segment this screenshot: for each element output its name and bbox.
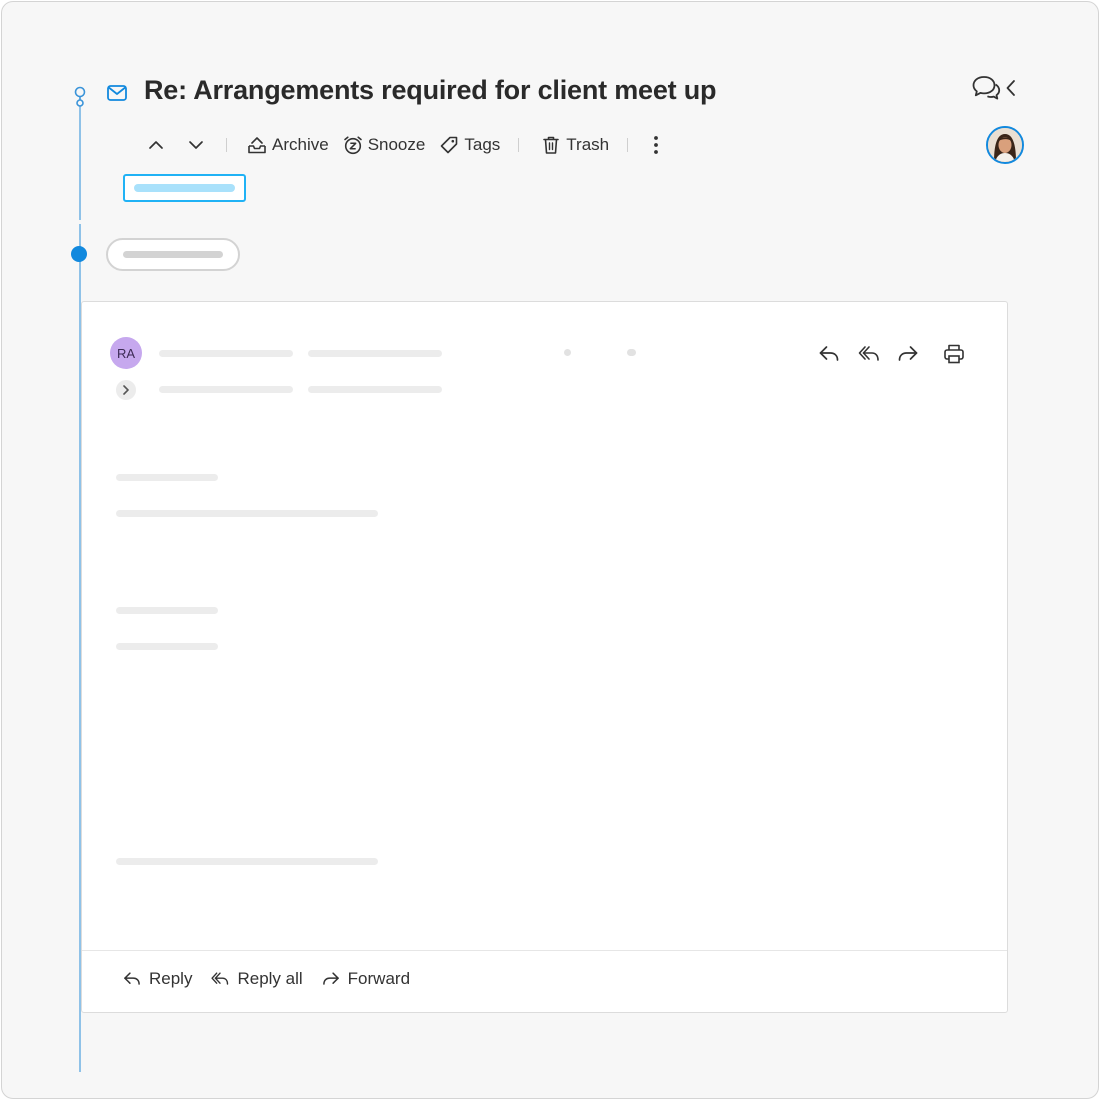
reply-label: Reply — [149, 969, 193, 988]
sender-avatar[interactable]: RA — [110, 337, 142, 369]
recipient-placeholder — [159, 386, 293, 393]
tag-icon — [441, 136, 458, 154]
body-line-placeholder — [116, 607, 218, 614]
chevron-up-icon[interactable] — [142, 130, 170, 160]
selected-label-chip[interactable] — [123, 174, 246, 202]
thread-subject: Re: Arrangements required for client mee… — [144, 75, 717, 105]
date-separator-pill — [106, 238, 240, 271]
snooze-clock-icon — [343, 136, 362, 155]
archive-button[interactable]: Archive — [247, 135, 329, 155]
sender-name-placeholder — [159, 350, 293, 357]
trash-label: Trash — [566, 135, 610, 154]
reply-all-icon[interactable] — [857, 342, 881, 366]
toolbar-divider — [226, 138, 227, 152]
user-avatar[interactable] — [986, 126, 1024, 164]
chat-bubbles-icon[interactable] — [971, 74, 1001, 102]
sender-email-placeholder — [308, 350, 442, 357]
timeline-gap — [79, 220, 81, 224]
forward-label: Forward — [347, 969, 411, 988]
body-line-placeholder — [116, 474, 218, 481]
reply-button[interactable]: Reply — [122, 969, 192, 989]
timeline-pin-icon — [74, 86, 86, 107]
timeline-message-dot[interactable] — [71, 246, 87, 262]
trash-button[interactable]: Trash — [541, 135, 609, 155]
toolbar-divider — [627, 138, 629, 152]
body-line-placeholder — [116, 643, 218, 650]
mail-icon — [107, 85, 127, 101]
trash-icon — [543, 136, 560, 154]
tags-label: Tags — [464, 135, 501, 154]
reply-icon[interactable] — [817, 342, 841, 366]
more-vertical-icon[interactable] — [648, 133, 664, 157]
reply-all-button[interactable]: Reply all — [210, 969, 303, 989]
forward-icon — [322, 972, 339, 985]
message-footer: Reply Reply all Forward — [82, 950, 1007, 1012]
snooze-label: Snooze — [367, 135, 426, 154]
collapse-left-icon[interactable] — [1004, 79, 1018, 97]
chevron-right-icon — [123, 385, 129, 395]
expand-details-button[interactable] — [116, 380, 136, 400]
header-right-controls — [968, 74, 1024, 104]
forward-icon[interactable] — [896, 342, 920, 366]
meta-placeholder — [627, 349, 636, 356]
message-actions — [817, 342, 967, 366]
message-card: RA Reply Reply all Forward — [81, 301, 1008, 1013]
forward-button[interactable]: Forward — [321, 969, 410, 989]
print-icon[interactable] — [942, 342, 966, 366]
avatar-photo-icon — [988, 128, 1022, 162]
meta-placeholder — [564, 349, 571, 356]
reply-all-icon — [211, 972, 229, 985]
archive-label: Archive — [272, 135, 329, 154]
body-line-placeholder — [116, 510, 378, 517]
tags-button[interactable]: Tags — [439, 135, 500, 155]
recipient-placeholder — [308, 386, 442, 393]
chevron-down-icon[interactable] — [182, 130, 210, 160]
reply-all-label: Reply all — [237, 969, 303, 988]
mail-thread-window: Re: Arrangements required for client mee… — [1, 1, 1099, 1099]
toolbar-divider — [518, 138, 520, 152]
archive-icon — [248, 137, 266, 154]
label-chip-placeholder — [134, 184, 235, 192]
reply-icon — [124, 972, 140, 985]
signature-placeholder — [116, 858, 378, 865]
footer-actions: Reply Reply all Forward — [122, 969, 410, 989]
snooze-button[interactable]: Snooze — [343, 135, 426, 155]
date-placeholder — [123, 251, 223, 258]
thread-toolbar: Archive Snooze Tags Trash — [142, 130, 664, 160]
